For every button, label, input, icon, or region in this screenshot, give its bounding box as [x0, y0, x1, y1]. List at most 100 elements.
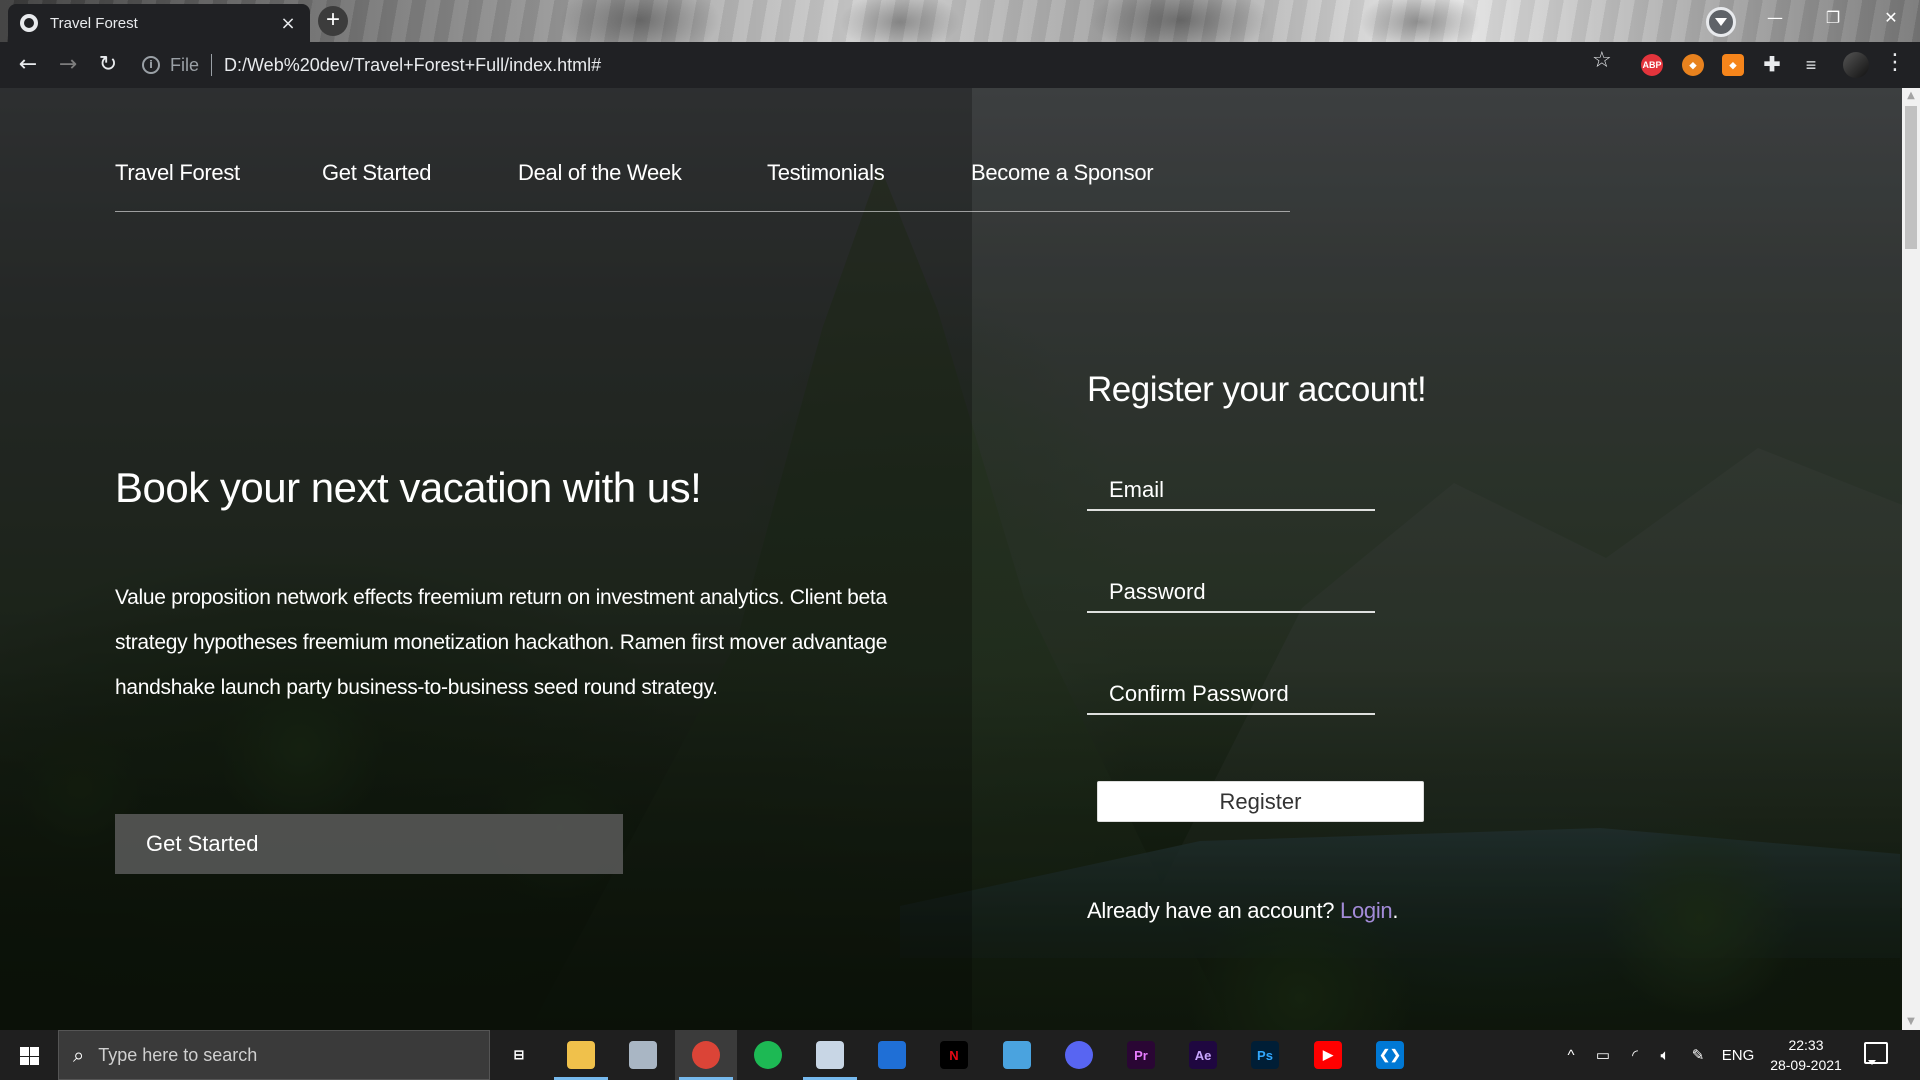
profile-avatar[interactable] — [1843, 52, 1869, 78]
control-panel-icon — [1003, 1041, 1031, 1069]
scroll-down-arrow-icon[interactable]: ▼ — [1902, 1014, 1920, 1030]
hero-title: Book your next vacation with us! — [115, 464, 702, 511]
system-clock[interactable]: 22:33 28-09-2021 — [1762, 1035, 1850, 1075]
email-input[interactable] — [1087, 471, 1375, 509]
right-overlay — [972, 88, 1902, 1030]
nav-link-travel-forest[interactable]: Travel Forest — [115, 160, 240, 186]
youtube-icon: ▶ — [1314, 1041, 1342, 1069]
nav-link-become-a-sponsor[interactable]: Become a Sponsor — [971, 160, 1154, 186]
address-bar[interactable]: i File D:/Web%20dev/Travel+Forest+Full/i… — [142, 48, 601, 82]
clock-time: 22:33 — [1788, 1037, 1824, 1053]
browser-menu-icon[interactable]: ⋮ — [1884, 50, 1906, 75]
taskbar-app-generic-button[interactable] — [612, 1030, 674, 1080]
task-view-icon: ⊟ — [513, 1047, 525, 1062]
info-icon[interactable]: i — [142, 56, 160, 74]
media-control-icon[interactable]: ≡ — [1800, 54, 1822, 76]
taskbar-chrome-button[interactable] — [675, 1030, 737, 1080]
reload-button[interactable]: ↻ — [88, 45, 128, 85]
taskbar-photoshop-button[interactable]: Ps — [1234, 1030, 1296, 1080]
premiere-pro-icon: Pr — [1127, 1041, 1155, 1069]
taskbar-file-explorer-button[interactable] — [550, 1030, 612, 1080]
login-prompt-text: Already have an account? — [1087, 898, 1341, 923]
globe-icon — [20, 14, 38, 32]
file-explorer-icon — [567, 1041, 595, 1069]
window-close-button[interactable]: ✕ — [1862, 0, 1920, 36]
nav-link-deal-of-the-week[interactable]: Deal of the Week — [518, 160, 682, 186]
windows-logo-icon — [20, 1047, 39, 1065]
search-icon: ⌕ — [73, 1043, 85, 1067]
photoshop-icon: Ps — [1251, 1041, 1279, 1069]
tab-title: Travel Forest — [50, 14, 138, 32]
scroll-up-arrow-icon[interactable]: ▲ — [1902, 88, 1920, 104]
url-scheme: File — [170, 54, 200, 75]
login-prompt-suffix: . — [1392, 898, 1399, 923]
tab-search-button[interactable] — [1706, 7, 1736, 37]
confirm-password-input[interactable] — [1087, 675, 1375, 713]
browser-toolbar: ← → ↻ i File D:/Web%20dev/Travel+Forest+… — [0, 42, 1920, 130]
discord-icon — [1065, 1041, 1093, 1069]
spotify-icon — [754, 1041, 782, 1069]
metamask-extension-icon[interactable]: ◆ — [1722, 54, 1744, 76]
site-navigation: Travel Forest Get Started Deal of the We… — [115, 160, 1290, 212]
confirm-password-field — [1087, 675, 1375, 715]
get-started-button[interactable]: Get Started — [115, 814, 623, 874]
window-restore-button[interactable]: ❐ — [1804, 0, 1862, 36]
paint-icon — [816, 1041, 844, 1069]
wifi-icon[interactable]: ◜ — [1620, 1030, 1650, 1080]
taskbar-search-box[interactable]: ⌕ Type here to search — [58, 1030, 490, 1080]
forward-button[interactable]: → — [48, 45, 88, 85]
battery-icon[interactable]: ▭ — [1588, 1030, 1618, 1080]
scrollbar-thumb[interactable] — [1905, 106, 1917, 249]
taskbar-spotify-button[interactable] — [737, 1030, 799, 1080]
hero-description: Value proposition network effects freemi… — [115, 586, 888, 699]
windows-taskbar: ⌕ Type here to search ⊟ N Pr Ae Ps ▶ ❮❯ ^ ▭ ◜ … — [0, 1030, 1920, 1080]
pen-icon[interactable]: ✎ — [1682, 1030, 1714, 1080]
page-viewport: Travel Forest Get Started Deal of the We… — [0, 88, 1902, 1030]
after-effects-icon: Ae — [1189, 1041, 1217, 1069]
browser-tab-strip: Travel Forest × + — ❐ ✕ — [0, 0, 1920, 42]
browser-tab[interactable]: Travel Forest × — [8, 4, 310, 42]
taskbar-vs-code-button[interactable]: ❮❯ — [1359, 1030, 1421, 1080]
vs-code-icon: ❮❯ — [1376, 1041, 1404, 1069]
taskbar-discord-button[interactable] — [1048, 1030, 1110, 1080]
netflix-icon: N — [940, 1041, 968, 1069]
nav-link-get-started[interactable]: Get Started — [322, 160, 432, 186]
taskbar-whiteboard-button[interactable] — [861, 1030, 923, 1080]
taskbar-netflix-button[interactable]: N — [923, 1030, 985, 1080]
taskbar-premiere-pro-button[interactable]: Pr — [1110, 1030, 1172, 1080]
register-button[interactable]: Register — [1097, 781, 1424, 822]
tray-overflow-chevron-icon[interactable]: ^ — [1556, 1030, 1586, 1080]
taskbar-task-view-button[interactable]: ⊟ — [488, 1030, 550, 1080]
whiteboard-icon — [878, 1041, 906, 1069]
chrome-icon — [692, 1041, 720, 1069]
language-indicator[interactable]: ENG — [1718, 1030, 1758, 1080]
volume-icon[interactable]: 🔈︎ — [1650, 1030, 1680, 1080]
notification-center-icon[interactable] — [1864, 1042, 1888, 1065]
extensions-puzzle-icon[interactable]: ✚ — [1761, 54, 1783, 76]
taskbar-after-effects-button[interactable]: Ae — [1172, 1030, 1234, 1080]
new-tab-button[interactable]: + — [318, 6, 348, 36]
start-button[interactable] — [0, 1030, 58, 1080]
nav-link-testimonials[interactable]: Testimonials — [767, 160, 885, 186]
taskbar-paint-button[interactable] — [799, 1030, 861, 1080]
taskbar-youtube-button[interactable]: ▶ — [1297, 1030, 1359, 1080]
login-link[interactable]: Login — [1340, 898, 1393, 923]
login-prompt: Already have an account? Login. — [1087, 898, 1398, 924]
url-separator — [211, 54, 213, 76]
url-text[interactable]: D:/Web%20dev/Travel+Forest+Full/index.ht… — [224, 55, 601, 76]
adblock-extension-icon[interactable]: ABP — [1641, 54, 1663, 76]
password-field — [1087, 573, 1375, 613]
bookmark-star-icon[interactable]: ☆ — [1592, 48, 1612, 73]
password-input[interactable] — [1087, 573, 1375, 611]
window-minimize-button[interactable]: — — [1746, 0, 1804, 36]
clock-date: 28-09-2021 — [1770, 1057, 1842, 1073]
left-overlay — [0, 88, 972, 1030]
tab-close-icon[interactable]: × — [278, 13, 298, 34]
page-scrollbar[interactable]: ▲ ▼ — [1902, 88, 1920, 1030]
fox-extension-icon[interactable]: ◆ — [1682, 54, 1704, 76]
back-button[interactable]: ← — [8, 45, 48, 85]
app-generic-icon — [629, 1041, 657, 1069]
taskbar-control-panel-button[interactable] — [986, 1030, 1048, 1080]
email-field — [1087, 471, 1375, 511]
register-title: Register your account! — [1087, 370, 1427, 409]
